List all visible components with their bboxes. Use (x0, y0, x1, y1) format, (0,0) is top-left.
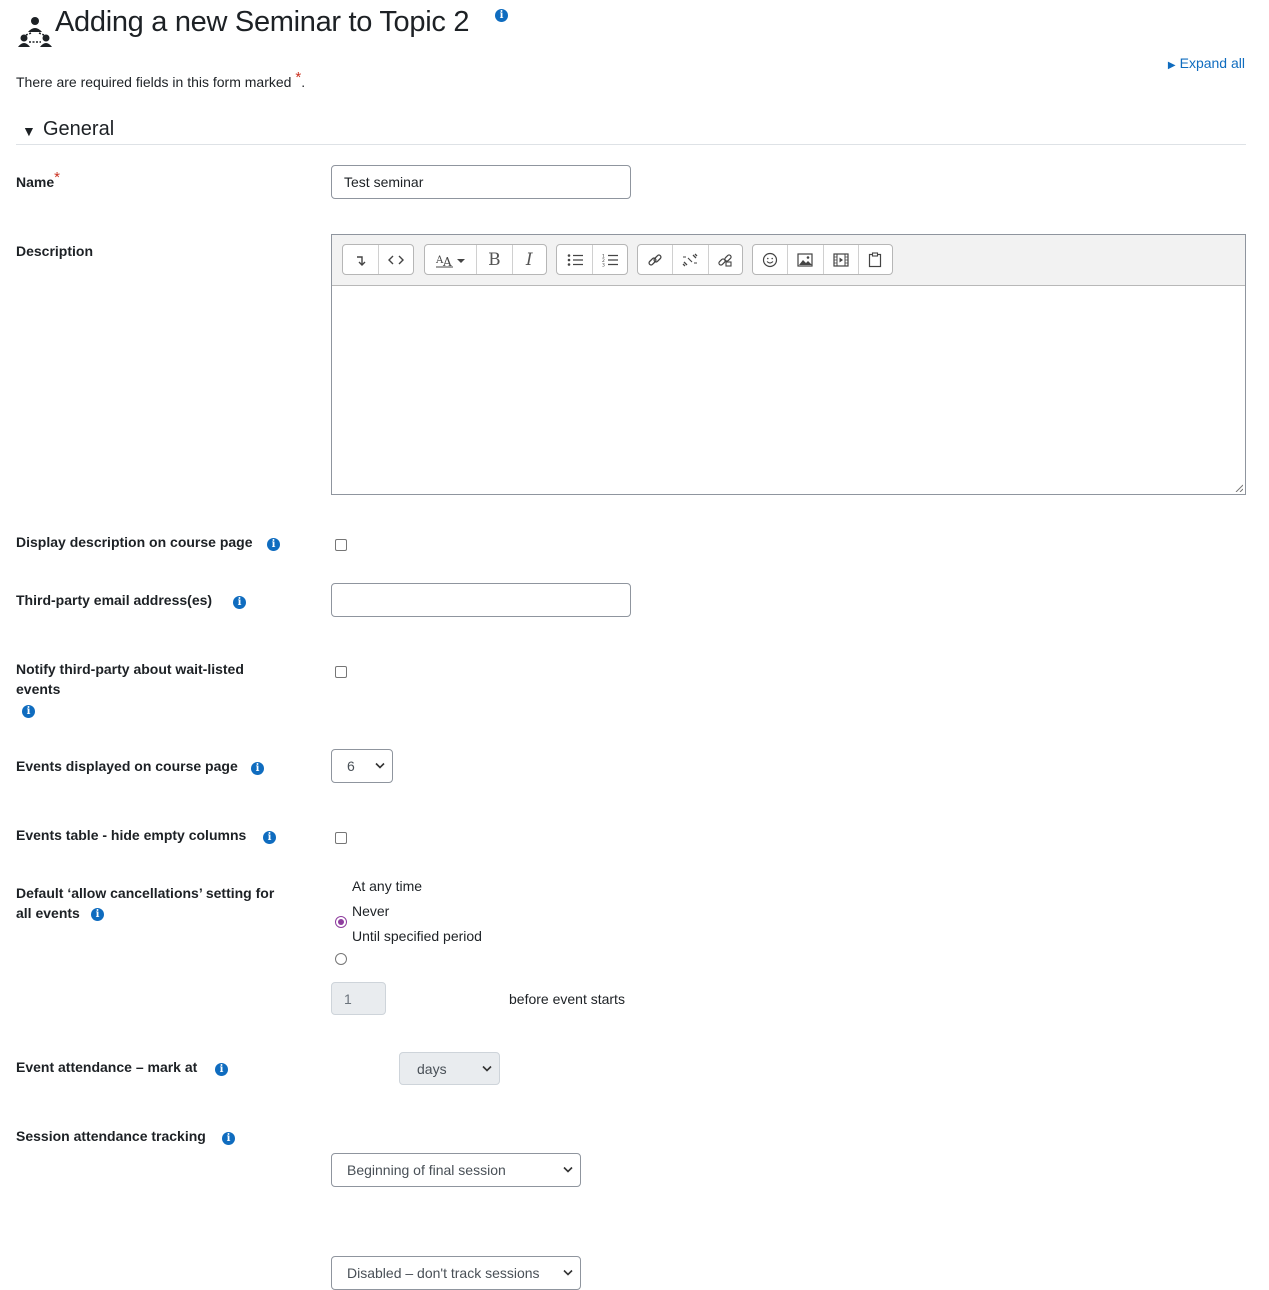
bullet-list-icon[interactable] (557, 245, 594, 274)
third-party-email-help-icon[interactable]: i (233, 596, 246, 609)
description-textarea[interactable] (332, 286, 1245, 494)
required-icon: * (295, 69, 302, 86)
notify-third-party-help-icon[interactable]: i (22, 705, 35, 718)
cancellation-period-input[interactable] (331, 982, 386, 1015)
collapse-caret-icon: ▼ (22, 123, 36, 139)
required-fields-note: There are required fields in this form m… (16, 69, 306, 90)
radio-label-never: Never (352, 903, 390, 919)
events-displayed-help-icon[interactable]: i (251, 762, 264, 775)
toolbar-group-5 (752, 244, 893, 275)
notify-third-party-label-line2: events (16, 681, 61, 697)
svg-text:3: 3 (602, 262, 605, 267)
page-title: Adding a new Seminar to Topic 2 (55, 6, 470, 38)
expand-triangle-icon: ▶ (1167, 60, 1176, 71)
toolbar-group-3: 123 (556, 244, 628, 275)
session-tracking-label: Session attendance tracking (16, 1128, 206, 1144)
toolbar-group-4 (637, 244, 743, 275)
unlink-icon[interactable] (673, 245, 709, 274)
third-party-email-label: Third-party email address(es) (16, 592, 213, 608)
radio-label-until-specified-period: Until specified period (352, 928, 482, 944)
display-description-checkbox[interactable] (335, 539, 347, 551)
general-section-header[interactable]: ▼ General (16, 118, 1246, 145)
display-description-help-icon[interactable]: i (267, 538, 280, 551)
italic-icon[interactable]: I (513, 245, 546, 274)
allow-cancellations-label-line2: all events (16, 905, 80, 921)
seminar-activity-icon (18, 17, 52, 47)
events-displayed-select[interactable]: 6 (331, 749, 393, 783)
third-party-email-input[interactable] (331, 583, 631, 617)
required-icon: * (54, 169, 60, 186)
link-icon[interactable] (638, 245, 674, 274)
radio-never[interactable] (335, 953, 347, 965)
expand-all-link[interactable]: ▶ Expand all (1168, 55, 1245, 71)
allow-cancellations-label-line1: Default ‘allow cancellations’ setting fo… (16, 885, 275, 901)
page-help-icon[interactable]: i (495, 9, 508, 22)
session-tracking-help-icon[interactable]: i (222, 1132, 235, 1145)
cancellation-period-suffix: before event starts (509, 991, 625, 1007)
chevron-down-icon (482, 1065, 492, 1072)
name-input[interactable] (331, 165, 631, 199)
radio-at-any-time[interactable] (335, 916, 347, 928)
chevron-down-icon (563, 1269, 573, 1276)
manage-files-icon[interactable] (709, 245, 742, 274)
html-source-icon[interactable] (379, 245, 413, 274)
general-section-label: General (43, 118, 115, 140)
display-description-label: Display description on course page (16, 534, 253, 550)
hide-empty-columns-checkbox[interactable] (335, 832, 347, 844)
font-style-icon[interactable]: AA (425, 245, 478, 274)
name-label: Name* (16, 169, 60, 190)
description-label: Description (16, 243, 94, 259)
chevron-down-icon (375, 762, 385, 769)
insert-line-icon[interactable] (343, 245, 380, 274)
cancellation-unit-select[interactable]: days (399, 1052, 500, 1085)
toolbar-group-1 (342, 244, 414, 275)
numbered-list-icon[interactable]: 123 (593, 245, 627, 274)
bold-icon[interactable]: B (477, 245, 513, 274)
notify-third-party-label-line1: Notify third-party about wait-listed (16, 661, 244, 677)
attendance-mark-at-label: Event attendance – mark at (16, 1059, 198, 1075)
attendance-mark-at-help-icon[interactable]: i (215, 1063, 228, 1076)
radio-label-at-any-time: At any time (352, 878, 423, 894)
paste-icon[interactable] (859, 245, 892, 274)
resize-handle-icon[interactable] (1235, 484, 1243, 492)
chevron-down-icon (563, 1166, 573, 1173)
allow-cancellations-help-icon[interactable]: i (91, 908, 104, 921)
session-tracking-select[interactable]: Disabled – don't track sessions (331, 1256, 581, 1290)
toolbar-group-2: AA B I (424, 244, 547, 275)
attendance-mark-at-select[interactable]: Beginning of final session (331, 1153, 581, 1187)
media-icon[interactable] (824, 245, 859, 274)
events-displayed-label: Events displayed on course page (16, 758, 238, 774)
svg-text:A: A (442, 255, 452, 268)
editor-toolbar: AA B I 123 (332, 235, 1245, 286)
emoticon-icon[interactable] (753, 245, 789, 274)
image-icon[interactable] (788, 245, 824, 274)
hide-empty-columns-help-icon[interactable]: i (263, 831, 276, 844)
description-editor: AA B I 123 (331, 234, 1246, 495)
hide-empty-columns-label: Events table - hide empty columns (16, 827, 247, 843)
notify-third-party-checkbox[interactable] (335, 666, 347, 678)
